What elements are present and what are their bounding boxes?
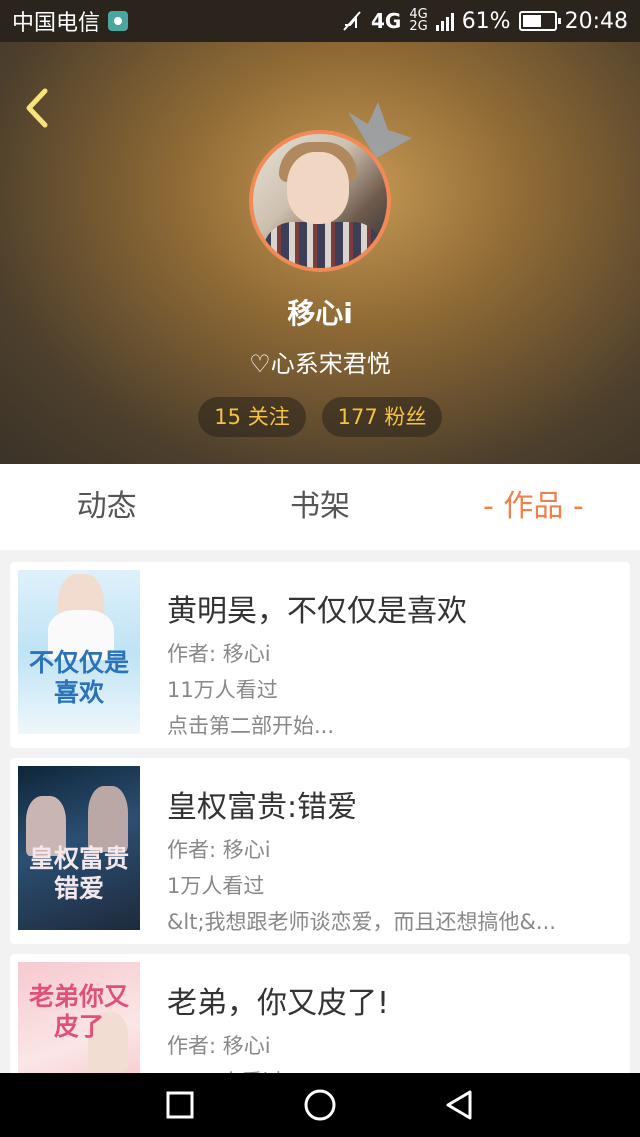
tab-bar: 动态 书架 - 作品 -	[0, 464, 640, 550]
square-icon	[166, 1091, 194, 1119]
clock: 20:48	[564, 8, 628, 34]
work-author: 作者: 移心i	[167, 642, 271, 666]
mute-icon	[343, 11, 361, 31]
username: 移心i	[287, 297, 353, 330]
work-card[interactable]: 不仅仅是喜欢 黄明昊，不仅仅是喜欢 作者: 移心i 11万人看过 点击第二部开始…	[10, 562, 630, 748]
network-type: 4G	[370, 9, 402, 33]
triangle-back-icon	[446, 1090, 472, 1120]
work-title: 老弟，你又皮了!	[167, 986, 390, 1021]
status-left: 中国电信	[12, 5, 129, 37]
location-icon	[108, 11, 129, 31]
carrier-label: 中国电信	[12, 11, 101, 36]
book-cover-text: 老弟你又皮了	[28, 982, 129, 1041]
profile-stats: 15 关注 177 粉丝	[0, 397, 640, 437]
book-cover-text: 皇权富贵错爱	[28, 844, 129, 903]
work-title: 黄明昊，不仅仅是喜欢	[167, 594, 467, 629]
fans-count-button[interactable]: 177 粉丝	[322, 397, 442, 437]
work-author: 作者: 移心i	[167, 1034, 271, 1058]
back-nav-button[interactable]	[435, 1080, 485, 1130]
status-right: 4G 4G 2G 61% 20:48	[341, 8, 628, 34]
home-button[interactable]	[295, 1080, 345, 1130]
work-description: &lt;我想跟老师谈恋爱，而且还想搞他&...	[167, 910, 556, 934]
user-bio: ♡心系宋君悦	[249, 350, 391, 378]
book-cover-text: 不仅仅是喜欢	[28, 648, 129, 707]
profile-header: 移心i ♡心系宋君悦 15 关注 177 粉丝	[0, 42, 640, 464]
signal-icon	[435, 11, 454, 31]
recent-apps-button[interactable]	[155, 1080, 205, 1130]
work-card[interactable]: 皇权富贵错爱 皇权富贵:错爱 作者: 移心i 1万人看过 &lt;我想跟老师谈恋…	[10, 758, 630, 944]
avatar-image	[249, 130, 391, 272]
chevron-left-icon	[26, 88, 48, 128]
work-author: 作者: 移心i	[167, 838, 271, 862]
network-secondary: 4G 2G	[409, 8, 428, 34]
system-nav-bar	[0, 1073, 640, 1137]
work-description: 点击第二部开始...	[167, 714, 335, 738]
book-cover: 皇权富贵错爱	[18, 766, 140, 930]
works-list: 不仅仅是喜欢 黄明昊，不仅仅是喜欢 作者: 移心i 11万人看过 点击第二部开始…	[10, 562, 630, 1137]
status-bar: 中国电信 4G 4G 2G 61% 20:48	[0, 0, 640, 42]
following-count-button[interactable]: 15 关注	[198, 397, 306, 437]
work-title: 皇权富贵:错爱	[167, 790, 358, 825]
book-cover: 不仅仅是喜欢	[18, 570, 140, 734]
battery-icon	[518, 11, 561, 31]
tab-activity[interactable]: 动态	[0, 464, 213, 550]
work-views: 1万人看过	[167, 874, 265, 898]
tab-bookshelf[interactable]: 书架	[213, 464, 426, 550]
tab-works[interactable]: - 作品 -	[427, 464, 640, 550]
avatar[interactable]	[249, 130, 391, 272]
battery-percent: 61%	[461, 8, 511, 34]
work-views: 11万人看过	[167, 678, 278, 702]
back-button[interactable]	[18, 86, 54, 130]
net-small-2: 2G	[409, 19, 428, 34]
circle-icon	[304, 1089, 336, 1121]
